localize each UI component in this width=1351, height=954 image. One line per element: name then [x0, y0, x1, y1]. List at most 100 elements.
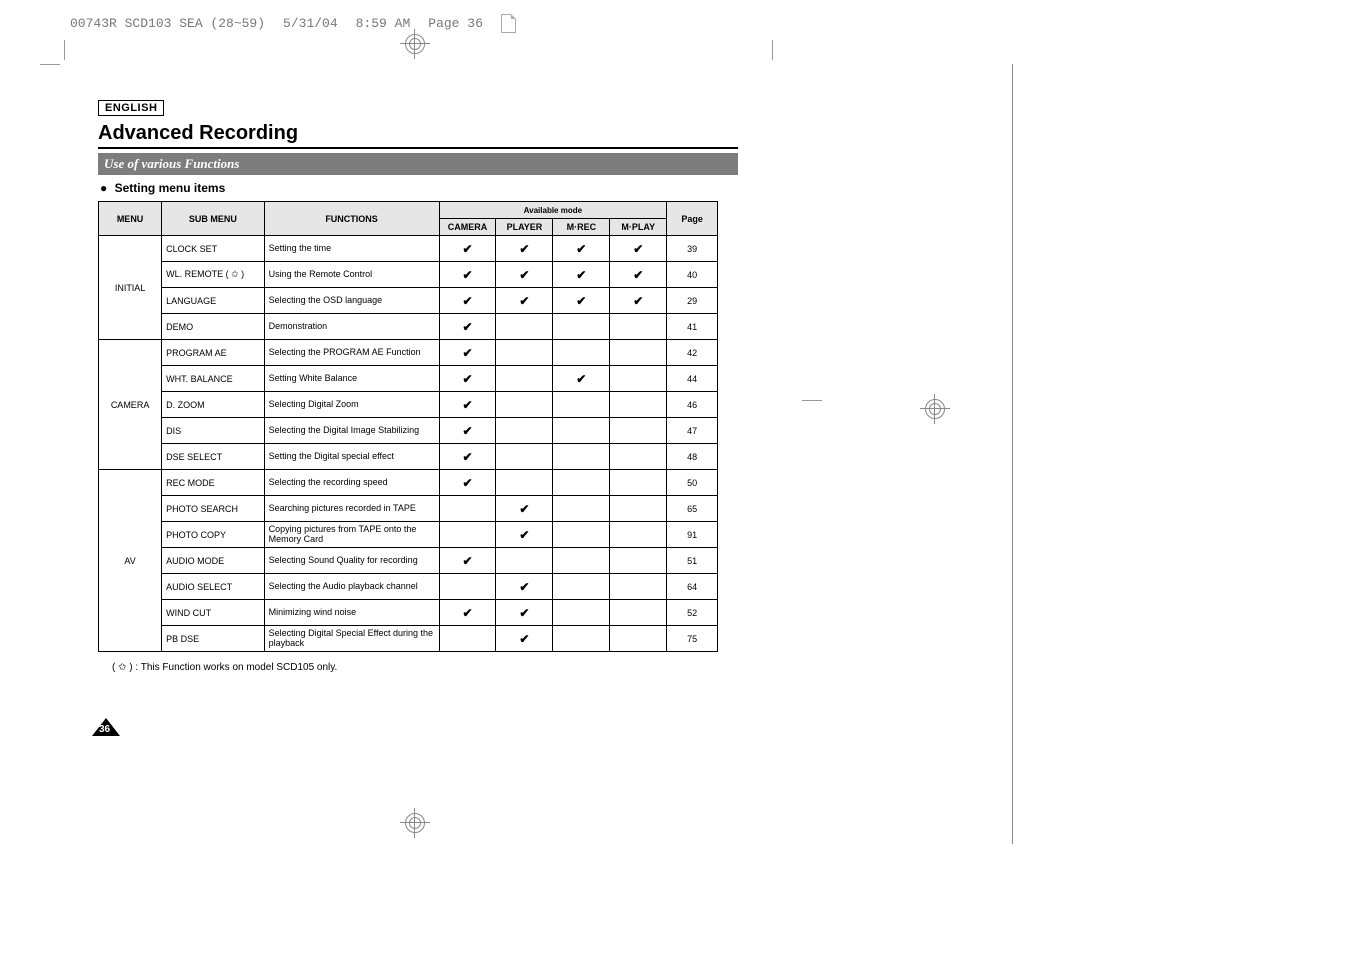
- setting-menu-items-label: ● Setting menu items: [100, 181, 738, 195]
- check-cell: ✔: [439, 236, 496, 262]
- check-cell: [496, 444, 553, 470]
- check-cell: [610, 444, 667, 470]
- check-cell: [610, 600, 667, 626]
- page-cell: 75: [667, 626, 718, 652]
- file-date: 5/31/04: [283, 16, 338, 31]
- check-cell: [553, 418, 610, 444]
- check-cell: ✔: [439, 340, 496, 366]
- page-content: ENGLISH Advanced Recording Use of variou…: [98, 98, 738, 673]
- check-cell: ✔: [553, 366, 610, 392]
- submenu-cell: PB DSE: [162, 626, 264, 652]
- function-cell: Using the Remote Control: [264, 262, 439, 288]
- page-cell: 52: [667, 600, 718, 626]
- function-cell: Selecting the PROGRAM AE Function: [264, 340, 439, 366]
- check-cell: ✔: [439, 288, 496, 314]
- registration-mark-right: [920, 394, 950, 424]
- section-bar: Use of various Functions: [98, 153, 738, 175]
- table-row: DSE SELECTSetting the Digital special ef…: [99, 444, 718, 470]
- check-cell: [496, 470, 553, 496]
- check-cell: ✔: [439, 366, 496, 392]
- table-row: WHT. BALANCESetting White Balance✔✔44: [99, 366, 718, 392]
- table-row: D. ZOOMSelecting Digital Zoom✔46: [99, 392, 718, 418]
- table-row: PHOTO SEARCHSearching pictures recorded …: [99, 496, 718, 522]
- table-row: CAMERAPROGRAM AESelecting the PROGRAM AE…: [99, 340, 718, 366]
- check-cell: [610, 418, 667, 444]
- page-number: 36: [99, 724, 110, 735]
- function-cell: Demonstration: [264, 314, 439, 340]
- th-menu: MENU: [99, 202, 162, 236]
- main-title: Advanced Recording: [98, 122, 738, 145]
- th-mrec: M·REC: [553, 219, 610, 236]
- crop-mark: [40, 64, 60, 65]
- th-player: PLAYER: [496, 219, 553, 236]
- function-cell: Minimizing wind noise: [264, 600, 439, 626]
- check-cell: [439, 626, 496, 652]
- page-cell: 42: [667, 340, 718, 366]
- language-label: ENGLISH: [98, 100, 164, 116]
- th-page: Page: [667, 202, 718, 236]
- submenu-cell: WHT. BALANCE: [162, 366, 264, 392]
- page-cell: 50: [667, 470, 718, 496]
- function-cell: Searching pictures recorded in TAPE: [264, 496, 439, 522]
- submenu-cell: REC MODE: [162, 470, 264, 496]
- check-cell: [610, 314, 667, 340]
- horizontal-rule: [98, 147, 738, 149]
- check-cell: [610, 470, 667, 496]
- check-cell: ✔: [439, 392, 496, 418]
- check-cell: [553, 548, 610, 574]
- submenu-cell: PHOTO COPY: [162, 522, 264, 548]
- page-cell: 46: [667, 392, 718, 418]
- th-functions: FUNCTIONS: [264, 202, 439, 236]
- check-cell: [439, 496, 496, 522]
- page-cell: 48: [667, 444, 718, 470]
- check-cell: ✔: [439, 262, 496, 288]
- submenu-cell: WL. REMOTE ( ✩ ): [162, 262, 264, 288]
- check-cell: [496, 392, 553, 418]
- function-cell: Selecting Digital Special Effect during …: [264, 626, 439, 652]
- check-cell: ✔: [439, 444, 496, 470]
- th-mplay: M·PLAY: [610, 219, 667, 236]
- menu-cell: CAMERA: [99, 340, 162, 470]
- table-row: DISSelecting the Digital Image Stabilizi…: [99, 418, 718, 444]
- page-cell: 44: [667, 366, 718, 392]
- table-row: WIND CUTMinimizing wind noise✔✔52: [99, 600, 718, 626]
- check-cell: ✔: [439, 314, 496, 340]
- check-cell: [496, 548, 553, 574]
- check-cell: ✔: [496, 288, 553, 314]
- check-cell: [610, 522, 667, 548]
- footnote: ( ✩ ) : This Function works on model SCD…: [112, 662, 738, 673]
- function-cell: Copying pictures from TAPE onto the Memo…: [264, 522, 439, 548]
- check-cell: [553, 392, 610, 418]
- th-submenu: SUB MENU: [162, 202, 264, 236]
- check-cell: [610, 366, 667, 392]
- check-cell: [496, 314, 553, 340]
- function-cell: Selecting the Audio playback channel: [264, 574, 439, 600]
- bullet-icon: ●: [100, 181, 107, 195]
- submenu-cell: PROGRAM AE: [162, 340, 264, 366]
- check-cell: [553, 522, 610, 548]
- registration-mark-bottom: [400, 808, 430, 838]
- check-cell: ✔: [496, 626, 553, 652]
- submenu-cell: LANGUAGE: [162, 288, 264, 314]
- file-page: Page 36: [428, 16, 483, 31]
- check-cell: ✔: [553, 236, 610, 262]
- function-cell: Setting White Balance: [264, 366, 439, 392]
- th-available-mode: Available mode: [439, 202, 667, 219]
- check-cell: ✔: [496, 600, 553, 626]
- page-icon: [501, 14, 516, 33]
- table-row: PHOTO COPYCopying pictures from TAPE ont…: [99, 522, 718, 548]
- registration-mark-top: [400, 29, 430, 59]
- submenu-cell: AUDIO SELECT: [162, 574, 264, 600]
- check-cell: [553, 444, 610, 470]
- check-cell: ✔: [496, 496, 553, 522]
- check-cell: ✔: [610, 262, 667, 288]
- check-cell: [610, 574, 667, 600]
- check-cell: [553, 600, 610, 626]
- check-cell: [610, 496, 667, 522]
- table-row: LANGUAGESelecting the OSD language✔✔✔✔29: [99, 288, 718, 314]
- function-cell: Selecting the Digital Image Stabilizing: [264, 418, 439, 444]
- check-cell: ✔: [439, 418, 496, 444]
- function-cell: Setting the Digital special effect: [264, 444, 439, 470]
- check-cell: [553, 314, 610, 340]
- guide-line: [1012, 64, 1013, 844]
